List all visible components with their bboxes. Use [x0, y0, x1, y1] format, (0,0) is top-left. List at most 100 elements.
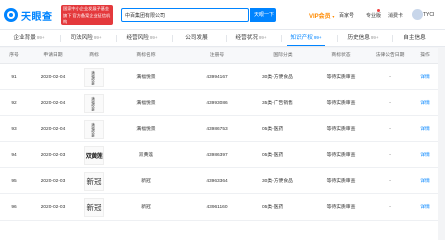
tab-count: 99+ — [313, 35, 322, 40]
trademark-image-text: 满福悦景 — [91, 70, 96, 85]
row-apply-date: 2020-02-04 — [40, 127, 66, 132]
tab-label: 自主信息 — [403, 35, 426, 41]
row-status: 等待实质审查 — [326, 153, 356, 158]
row-status: 等待实质审查 — [326, 101, 356, 106]
eye-logo-icon — [4, 8, 18, 22]
row-category: 05类-医药 — [262, 127, 284, 132]
trademark-image[interactable]: 满福悦景 — [84, 68, 104, 87]
col-reg-no: 注册号 — [209, 53, 225, 58]
table-row: 93 2020-02-04 满福悦景 满福悦景 43986753 05类-医药 … — [0, 117, 445, 142]
row-category: 30类-方便食品 — [262, 75, 293, 80]
row-category: 30类-方便食品 — [262, 179, 293, 184]
tab-divider — [281, 35, 282, 42]
trademark-table: 序号 申请日期 商标 商标名称 注册号 国际分类 商标状态 法律公告日期 操作 … — [0, 48, 445, 240]
detail-link[interactable]: 详情 — [412, 117, 438, 142]
table-header: 序号 申请日期 商标 商标名称 注册号 国际分类 商标状态 法律公告日期 操作 — [0, 48, 445, 64]
tab-divider — [60, 35, 61, 42]
row-reg-no: 43986753 — [206, 127, 228, 132]
search-button[interactable]: 天眼一下 — [250, 8, 276, 22]
trademark-image-text: 双黄莲 — [85, 153, 103, 160]
detail-link[interactable]: 详情 — [412, 91, 438, 116]
row-status: 等待实质审查 — [326, 205, 356, 210]
trademark-image-text: 新冠 — [86, 177, 102, 186]
row-category: 05类-医药 — [262, 205, 284, 210]
trademark-image-text: 满福悦景 — [91, 96, 96, 111]
nav-item-card[interactable]: 消费卡 — [388, 12, 403, 19]
tab-bar: 企业背景99+ 司法风险99+ 经营风险99+ 公司发展 经营状况99+ 知识产… — [0, 30, 445, 47]
row-category: 35类-广告销售 — [262, 101, 293, 106]
table-row: 94 2020-02-03 双黄莲 双黄莲 43986397 05类-医药 等待… — [0, 143, 445, 168]
tab-label: 历史信息 — [347, 35, 370, 41]
row-notice-date: - — [389, 75, 391, 80]
row-apply-date: 2020-02-03 — [40, 153, 66, 158]
tab-enterprise-background[interactable]: 企业背景99+ — [10, 30, 48, 46]
detail-link[interactable]: 详情 — [412, 169, 438, 194]
tab-label: 公司发展 — [185, 35, 208, 41]
tab-business-risk[interactable]: 经营风险99+ — [123, 30, 161, 46]
tab-history[interactable]: 历史信息99+ — [344, 30, 382, 46]
trademark-image[interactable]: 满福悦景 — [84, 94, 104, 113]
table-row: 95 2020-02-03 新冠 新冠 43963364 30类-方便食品 等待… — [0, 169, 445, 194]
row-mark-name: 新冠 — [141, 205, 151, 210]
trademark-image[interactable]: 满福悦景 — [84, 120, 104, 139]
page-side-gutter — [438, 48, 445, 240]
promo-banner[interactable]: 国家中小企业发展子基金旗下 官方备案企业征信机构 — [61, 5, 113, 25]
tab-label: 知识产权 — [290, 35, 313, 41]
logo-text: 天眼查 — [21, 11, 53, 23]
tab-divider — [392, 35, 393, 42]
tab-count: 99+ — [149, 35, 158, 40]
col-index: 序号 — [9, 53, 19, 58]
row-apply-date: 2020-02-03 — [40, 205, 66, 210]
detail-link[interactable]: 详情 — [412, 195, 438, 220]
tab-count: 99+ — [258, 35, 267, 40]
row-apply-date: 2020-02-04 — [40, 101, 66, 106]
search-input-value: 中百集团有限公司 — [125, 13, 166, 19]
row-notice-date: - — [389, 153, 391, 158]
tab-judicial-risk[interactable]: 司法风险99+ — [67, 30, 105, 46]
user-name[interactable]: TYCI — [423, 12, 434, 18]
tab-count: 99+ — [36, 35, 45, 40]
detail-link[interactable]: 详情 — [412, 143, 438, 168]
avatar[interactable] — [412, 9, 423, 20]
tab-company-development[interactable]: 公司发展 — [181, 30, 213, 46]
tab-self-info[interactable]: 自主信息 — [399, 30, 431, 46]
search-input[interactable]: 中百集团有限公司 — [121, 8, 249, 22]
col-notice-date: 法律公告日期 — [375, 53, 405, 58]
row-index: 91 — [11, 75, 17, 80]
row-index: 95 — [11, 179, 17, 184]
row-apply-date: 2020-02-03 — [40, 179, 66, 184]
row-index: 94 — [11, 153, 17, 158]
col-category: 国际分类 — [273, 53, 293, 58]
tab-intellectual-property[interactable]: 知识产权99+ — [287, 30, 325, 46]
col-status: 商标状态 — [331, 53, 351, 58]
tab-label: 经营风险 — [126, 35, 149, 41]
trademark-image[interactable]: 新冠 — [84, 198, 104, 217]
vip-menu[interactable]: VIP会员 ▾ — [309, 11, 334, 20]
detail-link[interactable]: 详情 — [412, 65, 438, 90]
nav-item-baijiahao[interactable]: 百家号 — [339, 12, 354, 19]
row-reg-no: 43993086 — [206, 101, 228, 106]
nav-item-pro[interactable]: 专业版 — [366, 12, 381, 19]
table-row: 96 2020-02-03 新冠 新冠 43961160 05类-医药 等待实质… — [0, 195, 445, 221]
row-mark-name: 双黄莲 — [138, 153, 154, 158]
row-reg-no: 43961160 — [206, 205, 228, 210]
row-status: 等待实质审查 — [326, 127, 356, 132]
row-status: 等待实质审查 — [326, 75, 356, 80]
row-reg-no: 43994167 — [206, 75, 228, 80]
row-category: 05类-医药 — [262, 153, 284, 158]
site-logo[interactable]: 天眼查 — [4, 6, 60, 24]
trademark-image[interactable]: 双黄莲 — [84, 146, 104, 165]
row-notice-date: - — [389, 179, 391, 184]
table-row: 92 2020-02-04 满福悦景 满福悦景 43993086 35类-广告销… — [0, 91, 445, 116]
row-apply-date: 2020-02-04 — [40, 75, 66, 80]
tab-divider — [116, 35, 117, 42]
chevron-down-icon: ▾ — [332, 14, 335, 19]
tab-operating-status[interactable]: 经营状况99+ — [232, 30, 270, 46]
col-apply-date: 申请日期 — [43, 53, 63, 58]
row-notice-date: - — [389, 101, 391, 106]
trademark-image-text: 满福悦景 — [91, 122, 96, 137]
tab-label: 企业背景 — [13, 35, 36, 41]
tab-divider — [226, 35, 227, 42]
tab-count: 99+ — [370, 35, 379, 40]
trademark-image[interactable]: 新冠 — [84, 172, 104, 191]
